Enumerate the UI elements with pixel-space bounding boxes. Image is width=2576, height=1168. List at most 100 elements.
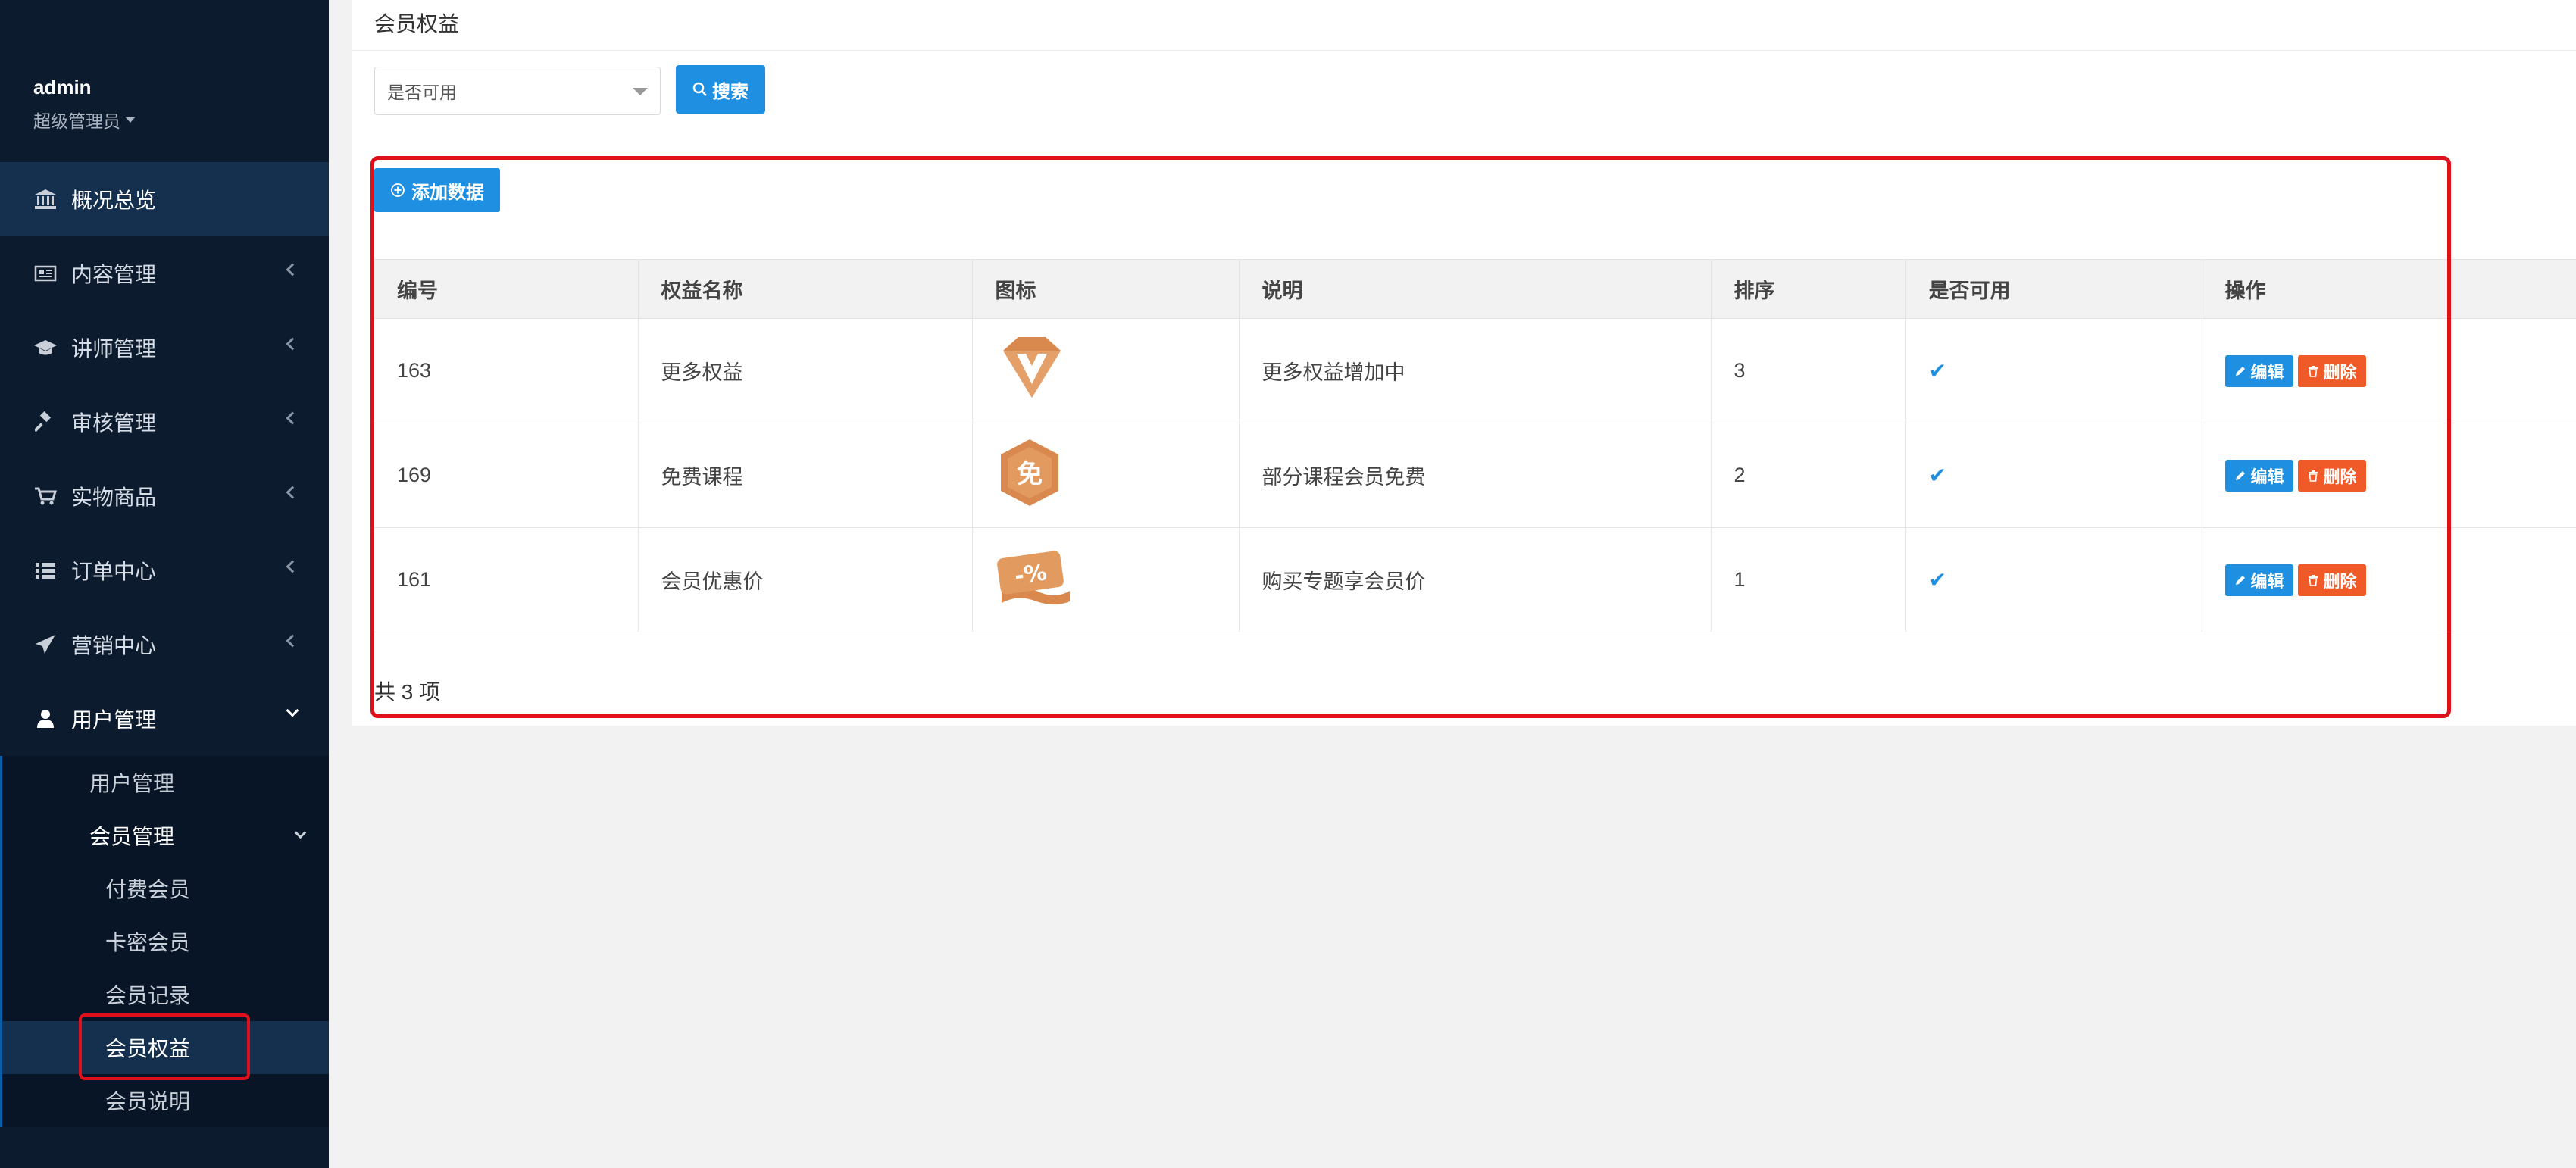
delete-button[interactable]: 删除 bbox=[2297, 564, 2366, 596]
edit-label: 编辑 bbox=[2250, 571, 2284, 591]
col-header-sort[interactable]: 排序 bbox=[1711, 259, 1906, 319]
free-badge-icon: 免 bbox=[996, 436, 1064, 509]
sub-item-member-benefits[interactable]: 会员权益 bbox=[2, 1021, 329, 1074]
col-header-icon[interactable]: 图标 bbox=[972, 259, 1240, 319]
sidebar-item-label: 讲师管理 bbox=[71, 337, 157, 361]
delete-button[interactable]: 删除 bbox=[2297, 354, 2366, 387]
sub-item-label: 会员记录 bbox=[105, 984, 191, 1007]
chevron-left-icon bbox=[286, 263, 299, 276]
cell-actions: 编辑 删除 bbox=[2202, 527, 2576, 632]
chevron-left-icon bbox=[286, 634, 299, 648]
cell-sort: 2 bbox=[1711, 423, 1906, 528]
caret-down-icon bbox=[633, 88, 648, 95]
sub-item-member-management[interactable]: 会员管理 bbox=[2, 809, 329, 862]
search-button[interactable]: 搜索 bbox=[676, 65, 765, 114]
divider bbox=[352, 50, 2576, 51]
delete-label: 删除 bbox=[2323, 362, 2357, 382]
cell-id: 163 bbox=[374, 318, 639, 423]
sidebar-item-label: 概况总览 bbox=[71, 189, 157, 212]
sidebar-item-marketing[interactable]: 营销中心 bbox=[0, 607, 329, 682]
cart-icon bbox=[33, 486, 58, 507]
edit-button[interactable]: 编辑 bbox=[2224, 564, 2293, 596]
sidebar-item-orders[interactable]: 订单中心 bbox=[0, 533, 329, 607]
edit-button[interactable]: 编辑 bbox=[2224, 354, 2293, 387]
sub-item-label: 用户管理 bbox=[89, 772, 175, 795]
benefits-table: 编号 权益名称 图标 说明 排序 是否可用 操作 163 更多权益 更多权益增加… bbox=[374, 259, 2576, 632]
sidebar-item-goods[interactable]: 实物商品 bbox=[0, 459, 329, 533]
table-row: 169 免费课程 免 部分课程会员免费 2 ✔ 编辑 删除 bbox=[374, 423, 2576, 528]
search-icon bbox=[692, 82, 707, 96]
graduation-cap-icon bbox=[33, 337, 58, 358]
availability-select[interactable]: 是否可用 bbox=[374, 67, 661, 115]
total-count: 共 3 项 bbox=[374, 680, 441, 704]
edit-button[interactable]: 编辑 bbox=[2224, 459, 2293, 492]
sidebar-item-lecturer[interactable]: 讲师管理 bbox=[0, 311, 329, 385]
sidebar-item-content[interactable]: 内容管理 bbox=[0, 236, 329, 311]
cell-icon: 免 bbox=[972, 423, 1240, 528]
sidebar-item-review[interactable]: 审核管理 bbox=[0, 385, 329, 459]
select-value: 是否可用 bbox=[387, 83, 457, 102]
main-panel: 会员权益 是否可用 搜索 添加数据 编号 权益名称 图标 说明 排序 是否可用 … bbox=[352, 0, 2576, 726]
diamond-v-icon bbox=[996, 334, 1068, 402]
chevron-left-icon bbox=[286, 486, 299, 499]
cell-description: 部分课程会员免费 bbox=[1239, 423, 1712, 528]
add-data-button[interactable]: 添加数据 bbox=[374, 168, 500, 212]
bank-icon bbox=[33, 189, 58, 210]
cell-available: ✔ bbox=[1905, 527, 2202, 632]
sidebar-item-label: 实物商品 bbox=[71, 486, 157, 509]
sidebar-item-overview[interactable]: 概况总览 bbox=[0, 162, 329, 236]
add-label: 添加数据 bbox=[411, 182, 484, 203]
role-dropdown[interactable]: 超级管理员 bbox=[33, 107, 136, 133]
pencil-icon bbox=[2235, 366, 2245, 376]
sidebar-item-label: 订单中心 bbox=[71, 560, 157, 583]
cell-name: 免费课程 bbox=[638, 423, 973, 528]
col-header-name[interactable]: 权益名称 bbox=[638, 259, 973, 319]
plus-circle-icon bbox=[391, 183, 405, 197]
sub-item-member-description[interactable]: 会员说明 bbox=[2, 1074, 329, 1127]
sub-item-user-management[interactable]: 用户管理 bbox=[2, 756, 329, 809]
sidebar-menu: 概况总览 内容管理 讲师管理 审核管理 实物商品 订单中心 营销中心 用户管理 … bbox=[0, 162, 329, 1127]
col-header-id[interactable]: 编号 bbox=[374, 259, 639, 319]
edit-label: 编辑 bbox=[2250, 467, 2284, 486]
edit-label: 编辑 bbox=[2250, 362, 2284, 382]
trash-icon bbox=[2308, 574, 2318, 586]
cell-name: 会员优惠价 bbox=[638, 527, 973, 632]
sub-item-member-records[interactable]: 会员记录 bbox=[2, 968, 329, 1021]
sidebar-item-label: 内容管理 bbox=[71, 263, 157, 286]
search-label: 搜索 bbox=[712, 81, 749, 102]
sidebar-item-label: 审核管理 bbox=[71, 411, 157, 435]
cell-name: 更多权益 bbox=[638, 318, 973, 423]
newspaper-icon bbox=[33, 263, 58, 284]
svg-text:-%: -% bbox=[1012, 559, 1048, 590]
svg-text:免: 免 bbox=[1017, 459, 1043, 489]
sub-item-label: 会员管理 bbox=[89, 825, 175, 848]
col-header-actions[interactable]: 操作 bbox=[2202, 259, 2576, 319]
cell-available: ✔ bbox=[1905, 318, 2202, 423]
cell-sort: 3 bbox=[1711, 318, 1906, 423]
col-header-available[interactable]: 是否可用 bbox=[1905, 259, 2202, 319]
cell-description: 更多权益增加中 bbox=[1239, 318, 1712, 423]
chevron-down-icon bbox=[286, 704, 299, 717]
delete-button[interactable]: 删除 bbox=[2297, 459, 2366, 492]
cell-icon bbox=[972, 318, 1240, 423]
check-icon: ✔ bbox=[1928, 464, 1946, 487]
gavel-icon bbox=[33, 411, 58, 433]
sub-item-label: 会员权益 bbox=[105, 1037, 191, 1060]
sub-item-paid-member[interactable]: 付费会员 bbox=[2, 862, 329, 915]
pencil-icon bbox=[2235, 470, 2245, 480]
delete-label: 删除 bbox=[2323, 467, 2357, 486]
role-label: 超级管理员 bbox=[33, 111, 120, 131]
col-header-description[interactable]: 说明 bbox=[1239, 259, 1712, 319]
cell-id: 161 bbox=[374, 527, 639, 632]
check-icon: ✔ bbox=[1928, 359, 1946, 383]
sidebar: admin 超级管理员 概况总览 内容管理 讲师管理 审核管理 实物商品 订单中… bbox=[0, 0, 329, 1168]
user-icon bbox=[33, 708, 58, 729]
chevron-left-icon bbox=[286, 411, 299, 425]
sub-item-card-member[interactable]: 卡密会员 bbox=[2, 915, 329, 968]
sub-item-label: 卡密会员 bbox=[105, 931, 191, 954]
sub-item-label: 付费会员 bbox=[105, 878, 191, 901]
cell-sort: 1 bbox=[1711, 527, 1906, 632]
table-row: 161 会员优惠价 -% 购买专题享会员价 1 ✔ 编辑 删除 bbox=[374, 527, 2576, 632]
cell-actions: 编辑 删除 bbox=[2202, 423, 2576, 528]
sidebar-item-users[interactable]: 用户管理 bbox=[0, 682, 329, 756]
